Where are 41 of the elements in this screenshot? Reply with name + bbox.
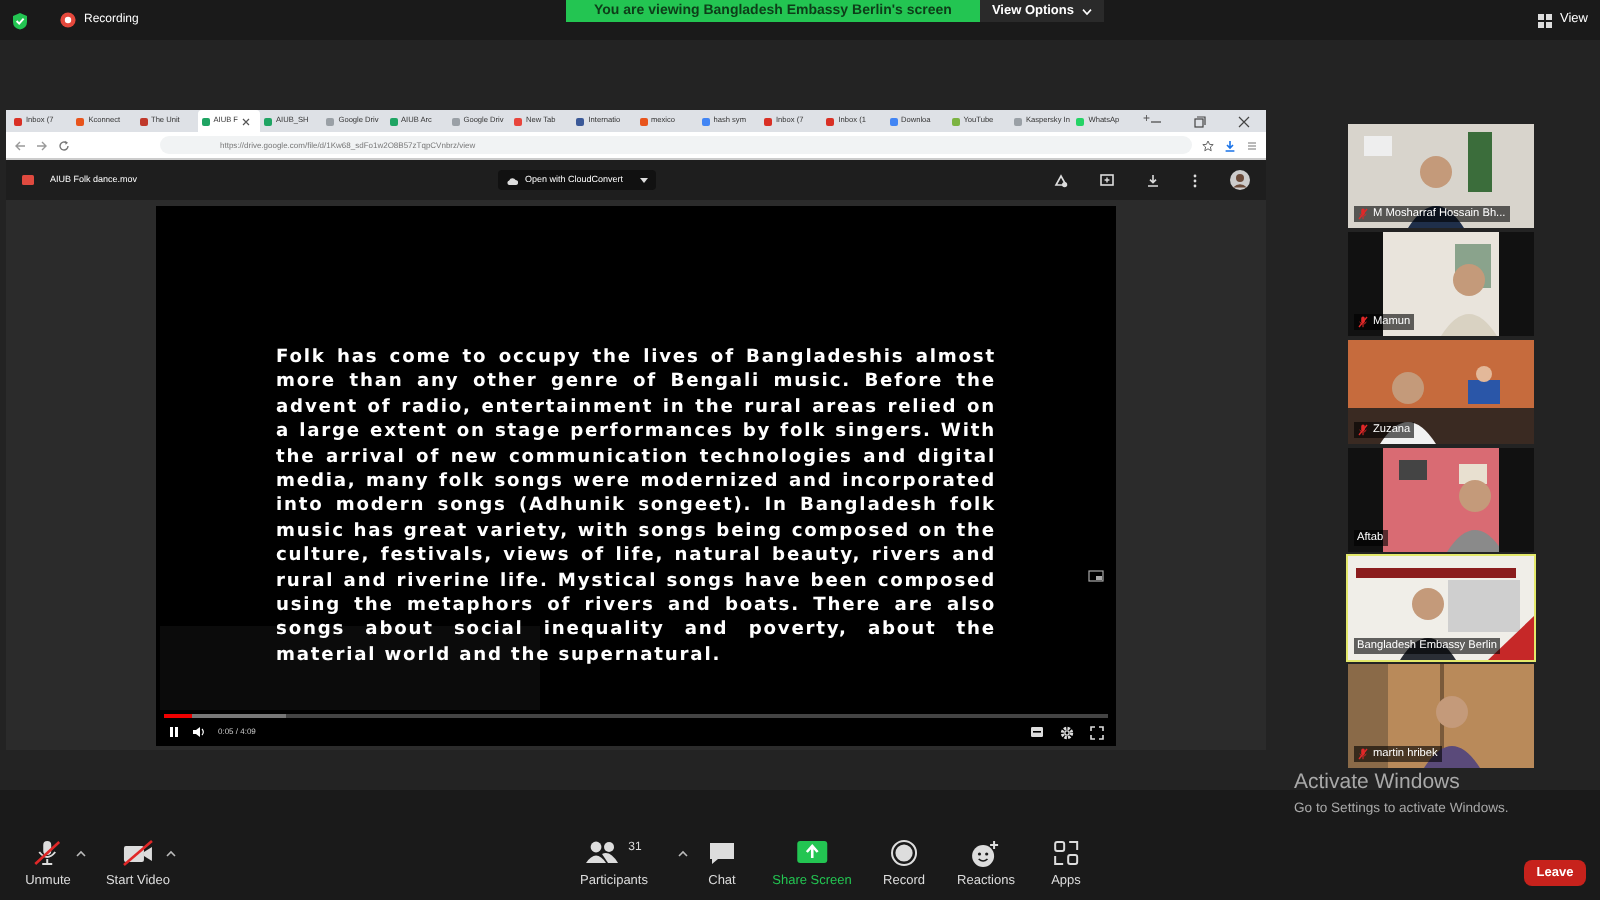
bookmark-star-icon[interactable] (1202, 139, 1214, 151)
reactions-icon (972, 840, 1000, 869)
muted-mic-icon (34, 840, 62, 867)
pause-icon[interactable] (168, 726, 180, 738)
video-off-icon (122, 840, 154, 867)
record-icon (891, 840, 917, 867)
forward-icon[interactable] (36, 139, 48, 151)
caret-button[interactable] (166, 850, 176, 858)
comment-icon[interactable] (1100, 173, 1114, 187)
video-file-icon (22, 174, 34, 186)
caret-icon (639, 177, 648, 183)
fullscreen-icon[interactable] (1090, 725, 1104, 739)
back-icon[interactable] (14, 139, 26, 151)
caret-button[interactable] (678, 850, 688, 858)
captions-icon[interactable] (1030, 726, 1044, 738)
shield-icon[interactable] (12, 11, 28, 29)
close-icon[interactable] (1238, 115, 1251, 127)
cloud-icon (505, 175, 518, 185)
volume-icon[interactable] (192, 726, 206, 738)
restore-icon[interactable] (1194, 115, 1207, 127)
minimize-icon[interactable] (1150, 115, 1163, 127)
close-icon[interactable] (242, 117, 250, 125)
add-shortcut-icon[interactable] (1054, 173, 1068, 187)
caret-button[interactable] (76, 850, 86, 858)
recording-icon[interactable] (60, 12, 76, 28)
caret-icon (678, 850, 688, 858)
video-caption: Folk has come to occupy the lives of Bangladeshis almost more than any other genre of Bengali music. Before the advent of radio, entertainment in the rural areas relied on a large extent on stage performances by folk singers. With the arrival of new communication technologies and digital media, many folk songs were modernized and incorporated into modern songs (Adhunik songeet). In Bangladesh folk music has great variety, with songs being composed on the culture, festivals, views of life, natural beauty, rivers and rural and riverine life. Mystical songs have been composed using the metaphors of rivers and boats. There are also songs about social inequality and poverty, about the material world and the supernatural. (276, 346, 996, 669)
reload-icon[interactable] (58, 139, 70, 151)
chat-icon (708, 840, 736, 867)
caret-icon (76, 850, 86, 858)
participants-icon (586, 840, 621, 865)
watermark-title: Activate Windows (1294, 768, 1462, 798)
avatar-icon[interactable] (1230, 170, 1250, 190)
more-icon[interactable] (1192, 173, 1198, 187)
grid-icon (1538, 13, 1553, 27)
caret-icon (1082, 7, 1092, 15)
screen-icon[interactable] (1088, 570, 1104, 584)
share-screen-icon (796, 840, 828, 865)
caret-icon (166, 850, 176, 858)
settings-icon[interactable] (1060, 725, 1074, 739)
apps-icon (1053, 840, 1079, 867)
